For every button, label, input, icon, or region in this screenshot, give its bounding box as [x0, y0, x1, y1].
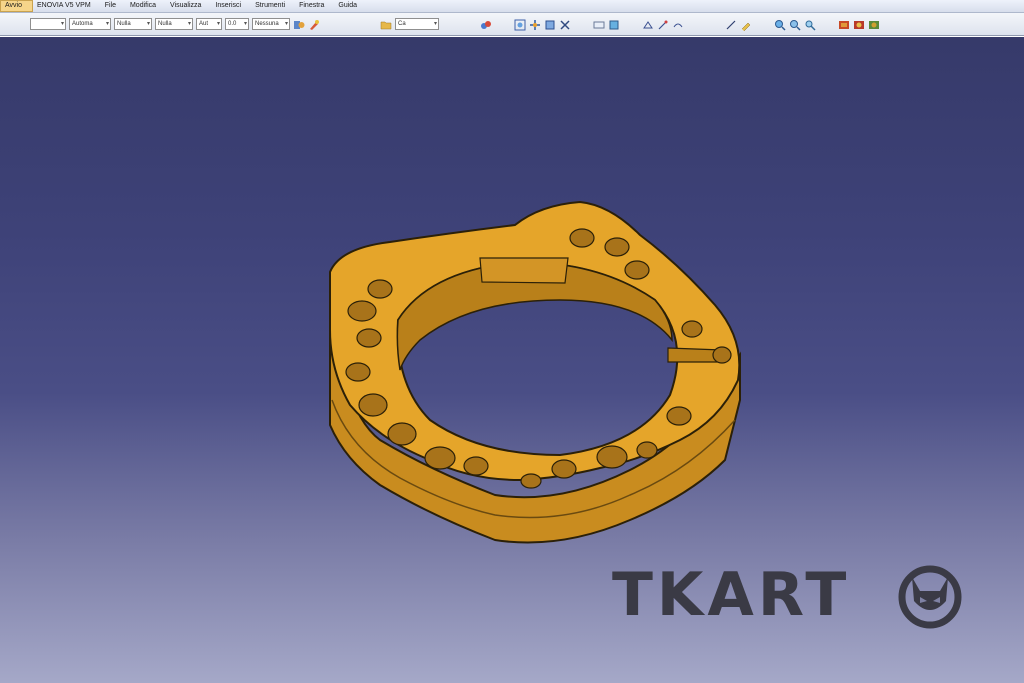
pencil-icon[interactable]: [740, 18, 752, 32]
graphic-properties-toolbar: Automa Nulla Nulla Aut 0.0 Nessuna Ca: [0, 13, 1024, 36]
magnify-icon[interactable]: [804, 18, 816, 31]
menu-inserisci[interactable]: Inserisci: [211, 0, 251, 12]
layer-select[interactable]: 0.0: [225, 18, 249, 30]
hole: [463, 456, 489, 476]
fly-mode-icon[interactable]: [480, 18, 492, 30]
normal-view-icon[interactable]: [608, 18, 620, 30]
hole: [681, 320, 703, 338]
hole: [596, 445, 628, 469]
hole: [551, 459, 577, 479]
name-field[interactable]: Ca: [395, 18, 439, 30]
view-iso-icon[interactable]: [642, 18, 654, 30]
hole: [666, 406, 692, 426]
hole: [345, 362, 371, 382]
hole: [569, 228, 595, 248]
menu-guida[interactable]: Guida: [334, 0, 367, 12]
hole: [367, 279, 393, 299]
zoom-icon[interactable]: [559, 18, 571, 30]
view-top-icon[interactable]: [672, 18, 684, 30]
render-style-icon[interactable]: [838, 18, 850, 30]
hole: [358, 393, 388, 417]
hole: [424, 446, 456, 470]
zoom-out-icon[interactable]: [789, 18, 801, 31]
menu-finestra[interactable]: Finestra: [295, 0, 334, 12]
pan-icon[interactable]: [529, 18, 541, 30]
tkart-logo: TKART: [612, 560, 964, 630]
bore-notch: [479, 257, 569, 284]
menu-avvio[interactable]: Avvio: [0, 0, 33, 12]
hole: [712, 346, 732, 364]
menu-modifica[interactable]: Modifica: [126, 0, 166, 12]
hide-show-icon[interactable]: [593, 18, 605, 30]
color-select[interactable]: [30, 18, 66, 30]
menu-file[interactable]: File: [101, 0, 126, 12]
hole: [604, 237, 630, 257]
hole: [387, 422, 417, 446]
line-type-select[interactable]: Nulla: [155, 18, 193, 30]
cat-head-icon: [898, 565, 962, 629]
folder-icon[interactable]: [380, 18, 392, 30]
rendering-select[interactable]: Nessuna: [252, 18, 290, 30]
fit-all-icon[interactable]: [514, 18, 526, 31]
logo-text: TKART: [612, 560, 851, 630]
transparency-select[interactable]: Automa: [69, 18, 111, 30]
point-symbol-select[interactable]: Aut: [196, 18, 222, 30]
rotate-icon[interactable]: [544, 18, 556, 30]
view-front-icon[interactable]: [657, 18, 669, 30]
properties-icon[interactable]: [293, 18, 305, 30]
line-thickness-select[interactable]: Nulla: [114, 18, 152, 30]
menu-enovia[interactable]: ENOVIA V5 VPM: [33, 0, 101, 12]
brush-icon[interactable]: [308, 18, 320, 30]
hole: [624, 260, 650, 280]
hole: [356, 328, 382, 348]
material-icon[interactable]: [868, 18, 880, 30]
hole: [636, 441, 658, 459]
zoom-in-icon[interactable]: [774, 18, 786, 31]
hole: [347, 300, 377, 322]
shading-icon[interactable]: [853, 18, 865, 30]
menu-bar: Avvio ENOVIA V5 VPM File Modifica Visual…: [0, 0, 1024, 13]
3d-viewport[interactable]: TKART: [0, 37, 1024, 683]
hole: [520, 473, 542, 489]
menu-visualizza[interactable]: Visualizza: [166, 0, 211, 12]
line-tool-icon[interactable]: [725, 18, 737, 30]
menu-strumenti[interactable]: Strumenti: [251, 0, 295, 12]
